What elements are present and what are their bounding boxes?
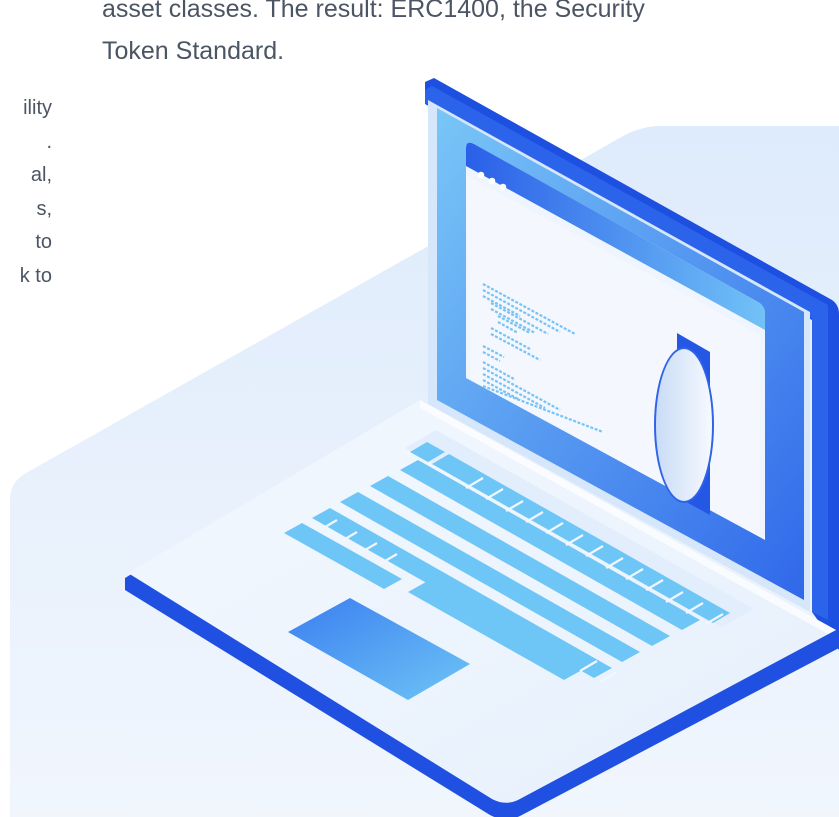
page: asset classes. The result: ERC1400, the …: [0, 0, 839, 817]
laptop-illustration: [10, 78, 839, 817]
side-paragraph-fragment: ility . al, s, to k to: [19, 97, 52, 287]
intro-paragraph: asset classes. The result: ERC1400, the …: [102, 0, 645, 65]
